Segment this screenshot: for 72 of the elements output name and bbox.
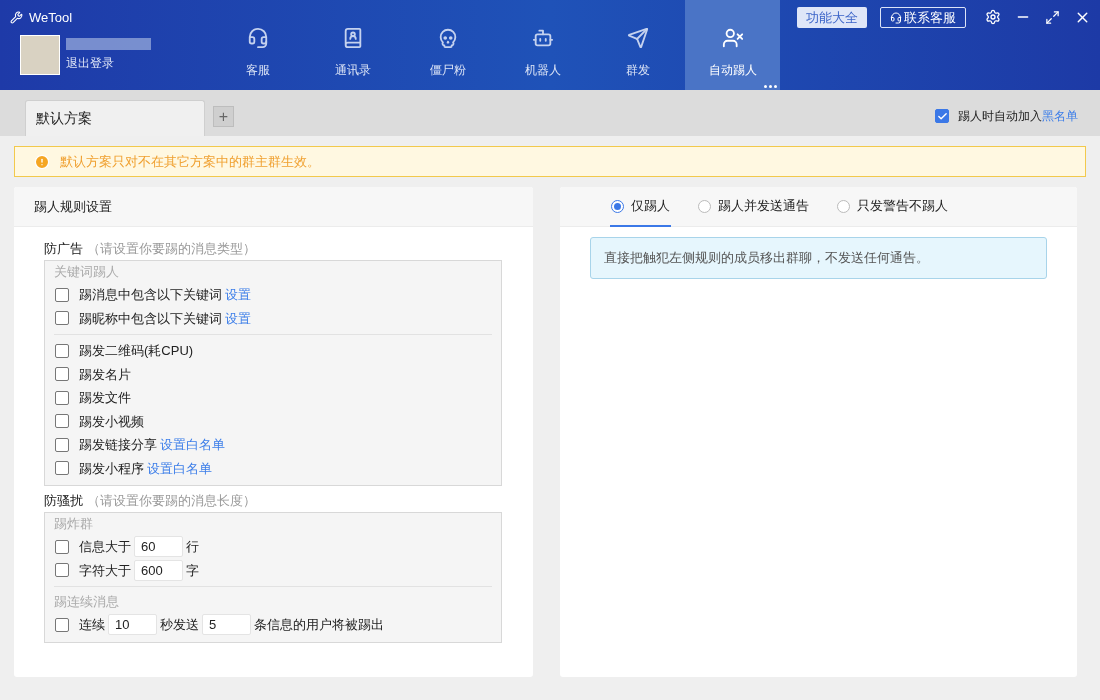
mode-description: 直接把触犯左侧规则的成员移出群聊，不发送任何通告。 <box>590 237 1047 279</box>
checkbox[interactable] <box>55 617 69 632</box>
nav-tab[interactable]: 僵尸粉 <box>400 0 495 90</box>
add-tab-button[interactable]: + <box>213 106 234 127</box>
headset-icon <box>246 27 269 49</box>
group-title: 踢连续消息 <box>54 593 120 612</box>
group-title: 踢炸群 <box>54 515 94 534</box>
input-field[interactable]: 10 <box>108 614 157 636</box>
option-label: 踢人时自动加入 <box>958 108 1042 125</box>
scheme-tab[interactable]: 默认方案 <box>25 100 205 136</box>
option-label: 踢发小视频 <box>79 412 144 431</box>
settings-link[interactable]: 设置白名单 <box>147 458 212 478</box>
headset-icon <box>890 11 902 24</box>
option-label: 踢发名片 <box>79 365 131 384</box>
checkbox[interactable] <box>55 414 69 429</box>
card-title: 踢人规则设置 <box>34 197 112 216</box>
option-label: 行 <box>186 538 199 556</box>
option-label: 字 <box>186 561 199 580</box>
input-field[interactable]: 60 <box>134 536 183 558</box>
option-label: 字符大于 <box>79 561 131 580</box>
nav-tab[interactable]: 自动踢人 <box>685 0 780 90</box>
settings-link[interactable]: 设置白名单 <box>160 435 225 455</box>
robot-icon <box>531 27 554 49</box>
option-label: 信息大于 <box>79 538 131 556</box>
input-field[interactable]: 5 <box>202 614 251 636</box>
nav-tab[interactable]: 机器人 <box>495 0 590 90</box>
settings-icon[interactable] <box>985 9 1001 25</box>
settings-link[interactable]: 设置 <box>225 285 251 305</box>
wrench-icon <box>10 11 23 25</box>
app-title: WeTool <box>29 9 73 27</box>
checkbox[interactable] <box>55 539 69 554</box>
section-title: 防广告 <box>44 240 83 259</box>
option-label: 踢消息中包含以下关键词 <box>79 286 222 304</box>
option-label: 秒发送 <box>160 616 199 634</box>
checkbox[interactable] <box>55 367 69 382</box>
input-field[interactable]: 600 <box>134 559 183 581</box>
checkbox[interactable] <box>55 461 69 476</box>
section-title: 防骚扰 <box>44 492 83 511</box>
maximize-icon[interactable] <box>1045 9 1060 25</box>
mode-radio[interactable]: 只发警告不踢人 <box>836 187 949 227</box>
option-label: 踢发二维码(耗CPU) <box>79 342 194 360</box>
option-label: 踢发文件 <box>79 389 131 407</box>
option-label: 踢发小程序 <box>79 459 144 478</box>
nav-tab[interactable]: 客服 <box>210 0 305 90</box>
nav-tab[interactable]: 通讯录 <box>305 0 400 90</box>
checkbox[interactable] <box>55 437 69 452</box>
settings-link[interactable]: 设置 <box>225 308 251 328</box>
checkbox[interactable] <box>935 109 949 123</box>
checkbox[interactable] <box>55 563 69 578</box>
mode-radio[interactable]: 踢人并发送通告 <box>697 187 810 227</box>
section-hint: （请设置你要踢的消息类型） <box>87 240 256 259</box>
mode-radio[interactable]: 仅踢人 <box>610 187 671 227</box>
warning-icon <box>34 153 50 170</box>
option-label: 踢昵称中包含以下关键词 <box>79 309 222 328</box>
checkbox[interactable] <box>55 311 69 326</box>
notice-text: 默认方案只对不在其它方案中的群主群生效。 <box>60 152 320 171</box>
more-icon <box>764 85 777 88</box>
checkbox[interactable] <box>55 390 69 405</box>
paper-plane-icon <box>626 27 649 49</box>
option-label: 条信息的用户将被踢出 <box>254 616 384 634</box>
group-title: 关键词踢人 <box>54 263 120 282</box>
option-label: 连续 <box>79 616 105 634</box>
nav-tab[interactable]: 群发 <box>590 0 685 90</box>
user-remove-icon <box>721 27 744 49</box>
option-label: 踢发链接分享 <box>79 436 157 454</box>
avatar-placeholder <box>20 34 60 75</box>
section-hint: （请设置你要踢的消息长度） <box>87 492 256 511</box>
checkbox[interactable] <box>55 287 69 302</box>
checkbox[interactable] <box>55 343 69 358</box>
header-button[interactable]: 联系客服 <box>880 7 966 28</box>
header-button[interactable]: 功能大全 <box>797 7 867 28</box>
logout-link[interactable]: 退出登录 <box>66 53 151 72</box>
